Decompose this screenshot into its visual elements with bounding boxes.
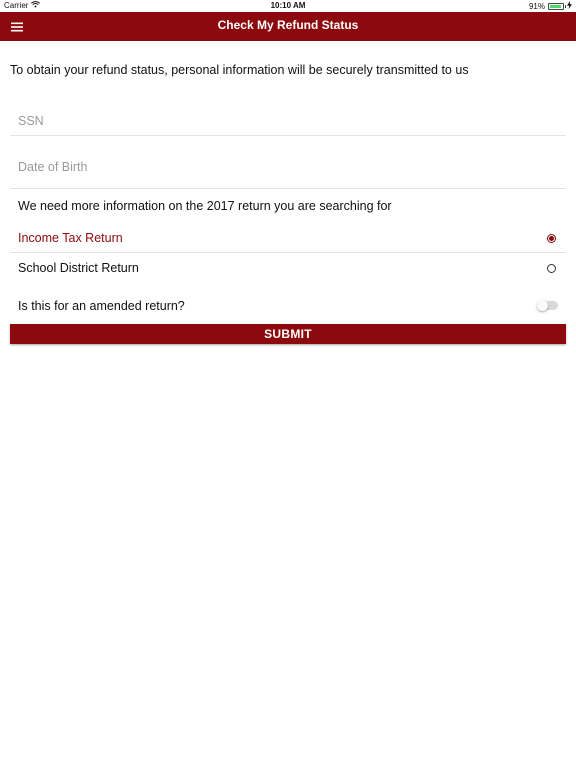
- battery-fill: [550, 4, 561, 8]
- radio-dot: [549, 236, 554, 241]
- menu-button[interactable]: [8, 18, 25, 35]
- radio-label: School District Return: [18, 261, 139, 275]
- toggle-knob: [537, 300, 548, 311]
- ssn-input[interactable]: [10, 106, 566, 136]
- amended-row: Is this for an amended return?: [10, 293, 566, 319]
- nav-bar: Check My Refund Status: [0, 12, 576, 41]
- radio-button-icon[interactable]: [547, 234, 556, 243]
- radio-button-icon[interactable]: [547, 264, 556, 273]
- date-of-birth-input[interactable]: [10, 152, 566, 182]
- status-time: 10:10 AM: [270, 1, 306, 10]
- hamburger-menu-icon: [10, 22, 23, 31]
- page-title: Check My Refund Status: [217, 18, 359, 32]
- submit-button[interactable]: SUBMIT: [10, 324, 566, 344]
- status-bar: Carrier 10:10 AM 91%: [0, 0, 576, 12]
- radio-school-district-return[interactable]: School District Return: [10, 253, 566, 283]
- battery-group: 91%: [529, 1, 572, 11]
- battery-icon: [548, 2, 566, 10]
- bolt-icon: [567, 1, 572, 11]
- amended-toggle[interactable]: [537, 300, 558, 311]
- radio-income-tax-return[interactable]: Income Tax Return: [10, 223, 566, 253]
- info-text: We need more information on the 2017 ret…: [18, 199, 392, 213]
- intro-text: To obtain your refund status, personal i…: [10, 63, 469, 77]
- battery-percent: 91%: [528, 1, 545, 11]
- radio-label: Income Tax Return: [18, 230, 123, 245]
- ssn-field-container: [10, 106, 566, 136]
- amended-label: Is this for an amended return?: [18, 299, 185, 313]
- dob-field-container: [10, 152, 566, 189]
